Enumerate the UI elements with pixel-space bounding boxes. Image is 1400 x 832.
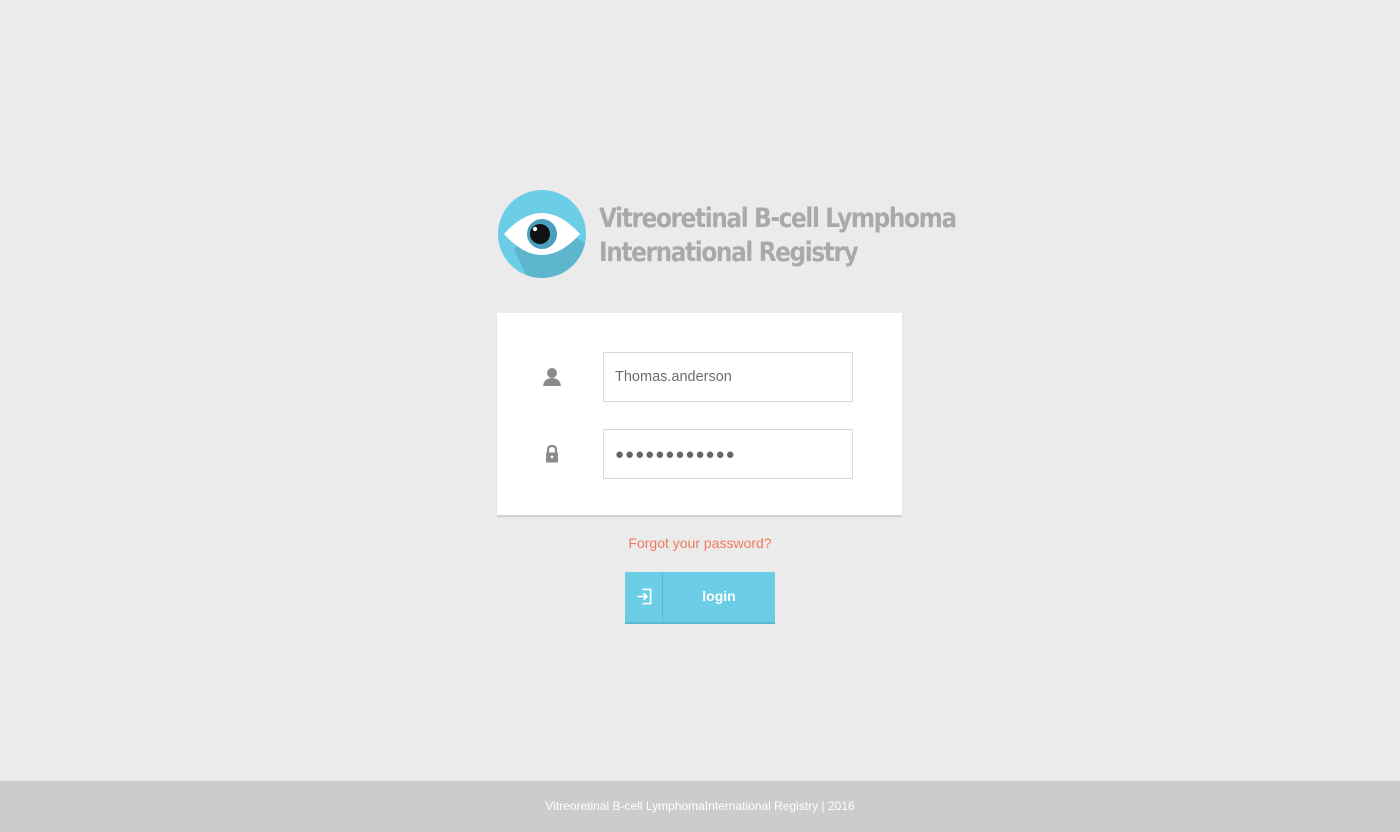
app-title-line1: Vitreoretinal B-cell Lymphoma	[599, 203, 957, 234]
user-icon	[543, 368, 561, 386]
password-row	[497, 429, 902, 479]
app-title-line2: International Registry	[599, 237, 859, 268]
footer-text: Vitreoretinal B-cell LymphomaInternation…	[545, 799, 855, 813]
forgot-password-link[interactable]: Forgot your password?	[500, 535, 900, 551]
brand-header: Vitreoretinal B-cell Lymphoma Internatio…	[498, 190, 957, 280]
footer: Vitreoretinal B-cell LymphomaInternation…	[0, 781, 1400, 832]
login-button-icon-area	[625, 572, 663, 622]
eye-icon	[498, 190, 586, 278]
login-button[interactable]: login	[625, 572, 775, 624]
login-page: Vitreoretinal B-cell Lymphoma Internatio…	[0, 0, 1400, 832]
login-card	[497, 313, 902, 515]
password-input[interactable]	[603, 429, 853, 479]
login-button-label: login	[702, 588, 736, 604]
lock-icon	[546, 444, 558, 463]
username-row	[497, 352, 902, 402]
app-title: Vitreoretinal B-cell Lymphoma Internatio…	[599, 202, 957, 270]
sign-in-icon	[637, 588, 652, 605]
username-input[interactable]	[603, 352, 853, 402]
